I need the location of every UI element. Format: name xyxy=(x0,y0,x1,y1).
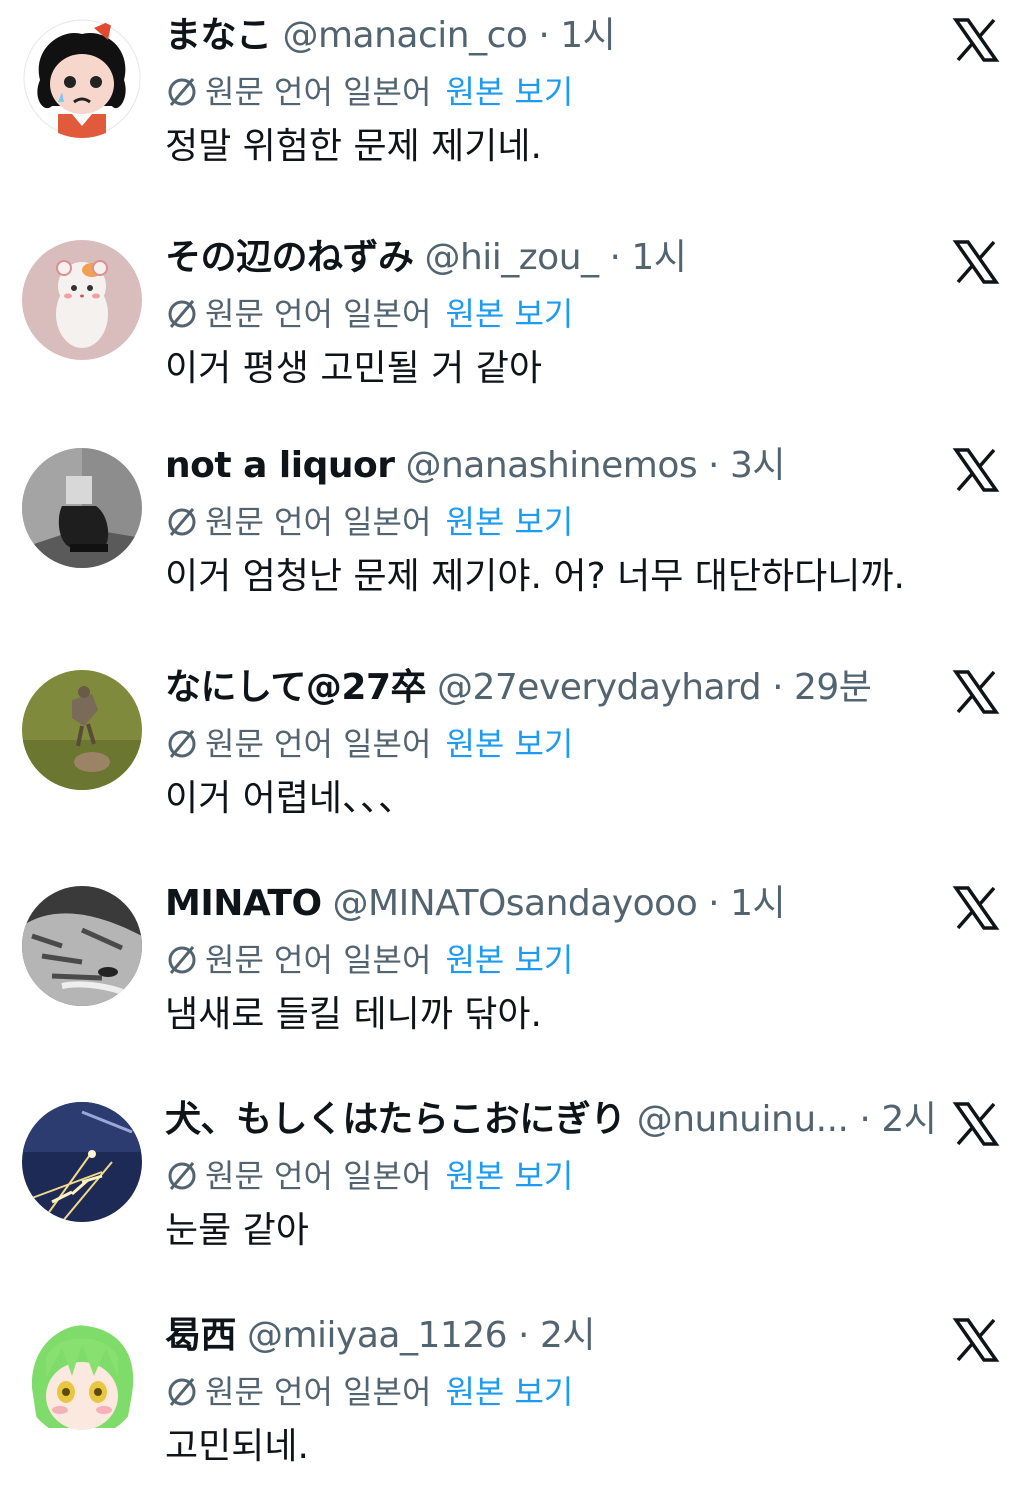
translation-bar: 원문 언어 일본어 원본 보기 xyxy=(165,1156,573,1196)
reply-post[interactable]: なにして@27卒 @27everydayhard · 29분 원문 언어 일본어… xyxy=(0,652,1024,862)
display-name[interactable]: 犬、もしくはたらこおにぎり xyxy=(165,1099,626,1140)
translation-label: 원문 언어 일본어 xyxy=(205,503,432,541)
view-original-link[interactable]: 원본 보기 xyxy=(445,941,573,979)
user-handle[interactable]: @hii_zou_ xyxy=(424,237,599,278)
display-name[interactable]: MINATO xyxy=(165,883,322,924)
translation-bar: 원문 언어 일본어 원본 보기 xyxy=(165,940,573,980)
separator-dot: · xyxy=(598,237,632,278)
no-translate-icon xyxy=(165,1375,199,1409)
post-header: not a liquor @nanashinemos · 3시 xyxy=(165,444,785,488)
translation-label: 원문 언어 일본어 xyxy=(205,725,432,763)
user-handle[interactable]: @nanashinemos xyxy=(405,445,697,486)
cat-sleeping-avatar xyxy=(22,886,142,1006)
separator-dot: · xyxy=(848,1099,882,1140)
translation-label: 원문 언어 일본어 xyxy=(205,295,432,333)
reply-post[interactable]: not a liquor @nanashinemos · 3시 원문 언어 일본… xyxy=(0,430,1024,644)
x-close-icon[interactable] xyxy=(952,446,1000,494)
translation-label: 원문 언어 일본어 xyxy=(205,73,432,111)
avatar[interactable] xyxy=(22,240,142,360)
no-translate-icon xyxy=(165,297,199,331)
display-name[interactable]: その辺のねずみ xyxy=(165,237,414,278)
separator-dot: · xyxy=(507,1315,540,1356)
translation-bar: 원문 언어 일본어 원본 보기 xyxy=(165,294,573,334)
display-name[interactable]: not a liquor xyxy=(165,445,395,486)
post-text: 이거 어렵네、、、 xyxy=(165,778,415,819)
user-handle[interactable]: @MINATOsandayooo xyxy=(333,883,698,924)
post-header: 犬、もしくはたらこおにぎり @nunuinu... · 2시 xyxy=(165,1098,937,1142)
sparkler-night-avatar xyxy=(22,1102,142,1222)
post-text: 고민되네. xyxy=(165,1426,309,1467)
separator-dot: · xyxy=(761,667,794,708)
no-translate-icon xyxy=(165,505,199,539)
display-name[interactable]: 曷西 xyxy=(165,1315,237,1356)
display-name[interactable]: まなこ xyxy=(165,15,272,56)
avatar[interactable] xyxy=(22,886,142,1006)
x-close-icon[interactable] xyxy=(952,16,1000,64)
timestamp[interactable]: 1시 xyxy=(560,15,616,56)
display-name[interactable]: なにして@27卒 xyxy=(165,667,427,708)
hamster-avatar xyxy=(22,240,142,360)
view-original-link[interactable]: 원본 보기 xyxy=(445,725,573,763)
user-handle[interactable]: @miiyaa_1126 xyxy=(247,1315,508,1356)
box-head-person-avatar xyxy=(22,448,142,568)
post-text: 냄새로 들킬 테니까 닦아. xyxy=(165,994,542,1035)
x-close-icon[interactable] xyxy=(952,238,1000,286)
post-text: 이거 평생 고민될 거 같아 xyxy=(165,348,542,389)
no-translate-icon xyxy=(165,1159,199,1193)
post-header: なにして@27卒 @27everydayhard · 29분 xyxy=(165,666,872,710)
translation-label: 원문 언어 일본어 xyxy=(205,1373,432,1411)
x-close-icon[interactable] xyxy=(952,1100,1000,1148)
user-handle[interactable]: @manacin_co xyxy=(282,15,527,56)
x-close-icon[interactable] xyxy=(952,668,1000,716)
reply-post[interactable]: 曷西 @miiyaa_1126 · 2시 원문 언어 일본어 원본 보기 고민되네… xyxy=(0,1300,1024,1486)
translation-label: 원문 언어 일본어 xyxy=(205,941,432,979)
user-handle[interactable]: @nunuinu... xyxy=(637,1099,849,1140)
green-hair-anime-avatar xyxy=(22,1318,142,1438)
view-original-link[interactable]: 원본 보기 xyxy=(445,1157,573,1195)
separator-dot: · xyxy=(697,883,731,924)
x-close-icon[interactable] xyxy=(952,1316,1000,1364)
avatar[interactable] xyxy=(22,1318,142,1438)
avatar[interactable] xyxy=(22,448,142,568)
view-original-link[interactable]: 원본 보기 xyxy=(445,295,573,333)
post-text: 눈물 같아 xyxy=(165,1210,309,1251)
post-header: 曷西 @miiyaa_1126 · 2시 xyxy=(165,1314,595,1358)
post-text: 정말 위험한 문제 제기네. xyxy=(165,126,542,167)
translation-bar: 원문 언어 일본어 원본 보기 xyxy=(165,502,573,542)
animals-on-grass-avatar xyxy=(22,670,142,790)
timestamp[interactable]: 3시 xyxy=(730,445,786,486)
view-original-link[interactable]: 원본 보기 xyxy=(445,1373,573,1411)
timestamp[interactable]: 29분 xyxy=(794,667,872,708)
post-text: 이거 엄청난 문제 제기야. 어? 너무 대단하다니까. xyxy=(165,556,905,597)
no-translate-icon xyxy=(165,943,199,977)
translation-bar: 원문 언어 일본어 원본 보기 xyxy=(165,724,573,764)
timestamp[interactable]: 2시 xyxy=(881,1099,937,1140)
avatar[interactable] xyxy=(22,1102,142,1222)
user-handle[interactable]: @27everydayhard xyxy=(437,667,762,708)
no-translate-icon xyxy=(165,727,199,761)
post-header: まなこ @manacin_co · 1시 xyxy=(165,14,616,58)
x-close-icon[interactable] xyxy=(952,884,1000,932)
timestamp[interactable]: 1시 xyxy=(631,237,687,278)
translation-bar: 원문 언어 일본어 원본 보기 xyxy=(165,72,573,112)
timestamp[interactable]: 2시 xyxy=(540,1315,596,1356)
translation-bar: 원문 언어 일본어 원본 보기 xyxy=(165,1372,573,1412)
separator-dot: · xyxy=(527,15,561,56)
post-header: MINATO @MINATOsandayooo · 1시 xyxy=(165,882,786,926)
no-translate-icon xyxy=(165,75,199,109)
view-original-link[interactable]: 원본 보기 xyxy=(445,503,573,541)
reply-post[interactable]: まなこ @manacin_co · 1시 원문 언어 일본어 원본 보기 정말 위… xyxy=(0,0,1024,212)
reply-post[interactable]: MINATO @MINATOsandayooo · 1시 원문 언어 일본어 원본… xyxy=(0,868,1024,1078)
translation-label: 원문 언어 일본어 xyxy=(205,1157,432,1195)
timestamp[interactable]: 1시 xyxy=(730,883,786,924)
avatar[interactable] xyxy=(22,18,142,138)
avatar[interactable] xyxy=(22,670,142,790)
cartoon-girl-avatar xyxy=(22,18,142,138)
post-header: その辺のねずみ @hii_zou_ · 1시 xyxy=(165,236,687,280)
separator-dot: · xyxy=(697,445,730,486)
reply-post[interactable]: 犬、もしくはたらこおにぎり @nunuinu... · 2시 원문 언어 일본어… xyxy=(0,1084,1024,1294)
view-original-link[interactable]: 원본 보기 xyxy=(445,73,573,111)
reply-post[interactable]: その辺のねずみ @hii_zou_ · 1시 원문 언어 일본어 원본 보기 이거… xyxy=(0,222,1024,428)
